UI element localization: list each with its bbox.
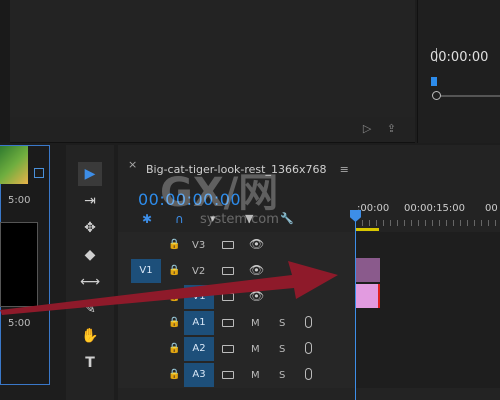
lock-icon[interactable]: 🔒 — [168, 317, 180, 328]
source-scrub-bar[interactable] — [436, 95, 500, 97]
tab-menu-icon[interactable]: ≡ — [340, 163, 349, 176]
hand-icon[interactable]: ✋ — [78, 324, 102, 348]
track-lane[interactable] — [356, 336, 500, 362]
selection-tool-icon[interactable]: ▶ — [78, 162, 102, 186]
camera-icon[interactable] — [222, 319, 234, 327]
source-timecode[interactable]: 00:00:00 — [430, 50, 488, 65]
track-lane[interactable] — [356, 232, 500, 258]
clip-type-icon — [34, 168, 44, 178]
clip-duration: 5:00 — [8, 318, 31, 329]
ruler-label: 00 — [485, 203, 498, 214]
mic-icon[interactable] — [305, 342, 312, 354]
track-header — [118, 362, 355, 388]
track-header — [118, 336, 355, 362]
lock-icon[interactable]: 🔒 — [168, 343, 180, 354]
annotation-arrow — [0, 261, 338, 315]
snap-icon[interactable]: ✱ — [142, 212, 152, 226]
track-lane[interactable] — [356, 310, 500, 336]
close-tab-icon[interactable]: × — [128, 158, 137, 171]
ruler-label: :00:00 — [357, 203, 390, 214]
watermark-text: system.com — [200, 212, 279, 227]
monitor-divider — [0, 0, 10, 143]
source-zoom-handle[interactable] — [432, 91, 441, 100]
eye-icon[interactable]: 👁 — [249, 237, 264, 251]
watermark-logo: GX/网 — [160, 170, 279, 216]
source-monitor-panel — [417, 0, 500, 143]
ruler-label: 00:00:15:00 — [404, 203, 466, 214]
track-lane[interactable] — [356, 362, 500, 388]
source-playhead[interactable] — [431, 77, 437, 86]
type-icon[interactable]: T — [78, 351, 102, 375]
camera-icon[interactable] — [222, 371, 234, 379]
wrench-icon[interactable]: 🔧 — [280, 212, 294, 225]
mute-button[interactable]: M — [251, 370, 260, 381]
clip-thumbnail[interactable] — [0, 146, 28, 184]
clip-duration: 5:00 — [8, 195, 31, 206]
track-select-icon[interactable]: ⇥ — [78, 189, 102, 213]
mute-button[interactable]: M — [251, 318, 260, 329]
program-monitor-viewer — [10, 0, 415, 117]
solo-button[interactable]: S — [279, 344, 285, 355]
mute-button[interactable]: M — [251, 344, 260, 355]
lock-icon[interactable]: 🔒 — [168, 239, 180, 250]
lock-icon[interactable]: 🔒 — [168, 369, 180, 380]
work-area-bar[interactable] — [355, 228, 379, 231]
solo-button[interactable]: S — [279, 318, 285, 329]
mic-icon[interactable] — [305, 316, 312, 328]
track-target[interactable]: A3 — [184, 363, 214, 387]
time-ruler[interactable] — [355, 220, 500, 226]
track-name: V3 — [192, 240, 206, 251]
mic-icon[interactable] — [305, 368, 312, 380]
track-target[interactable]: A2 — [184, 337, 214, 361]
ripple-edit-icon[interactable]: ✥ — [78, 216, 102, 240]
camera-icon[interactable] — [222, 241, 234, 249]
monitor-export-icons[interactable]: ▷ ⇪ — [363, 122, 402, 135]
solo-button[interactable]: S — [279, 370, 285, 381]
camera-icon[interactable] — [222, 345, 234, 353]
